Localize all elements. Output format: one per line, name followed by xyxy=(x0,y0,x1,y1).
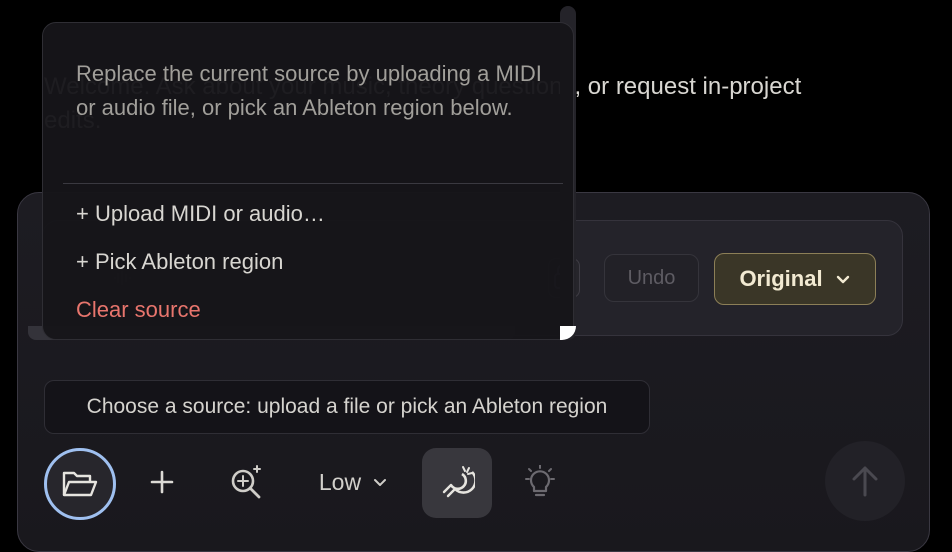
send-button[interactable] xyxy=(825,441,905,521)
quality-select[interactable]: Low xyxy=(308,460,398,504)
popover-divider xyxy=(63,183,563,184)
undo-button[interactable]: Undo xyxy=(604,254,699,302)
analyze-button[interactable] xyxy=(224,460,268,504)
menu-item-clear-source[interactable]: Clear source xyxy=(76,297,201,323)
zoom-sparkle-icon xyxy=(231,465,261,499)
snap-toggle[interactable] xyxy=(422,448,492,518)
source-hint: Choose a source: upload a file or pick a… xyxy=(44,380,650,434)
mode-select[interactable]: Original xyxy=(714,253,876,305)
quality-select-label: Low xyxy=(318,468,362,495)
menu-item-pick-region[interactable]: + Pick Ableton region xyxy=(76,249,283,275)
add-button[interactable] xyxy=(140,460,184,504)
magnet-icon xyxy=(442,466,475,498)
chevron-down-icon xyxy=(374,479,387,486)
arrow-up-icon xyxy=(852,466,878,497)
popover-description: Replace the current source by uploading … xyxy=(76,61,542,120)
folder-open-icon xyxy=(62,471,98,497)
ideas-button[interactable] xyxy=(518,460,562,504)
mode-select-label: Original xyxy=(739,266,823,291)
plus-icon xyxy=(150,470,174,494)
source-popover: Replace the current source by uploading … xyxy=(42,22,574,340)
source-button[interactable] xyxy=(44,448,116,520)
menu-item-upload[interactable]: + Upload MIDI or audio… xyxy=(76,201,325,227)
lightbulb-icon xyxy=(525,465,555,497)
chevron-down-icon xyxy=(836,275,849,284)
